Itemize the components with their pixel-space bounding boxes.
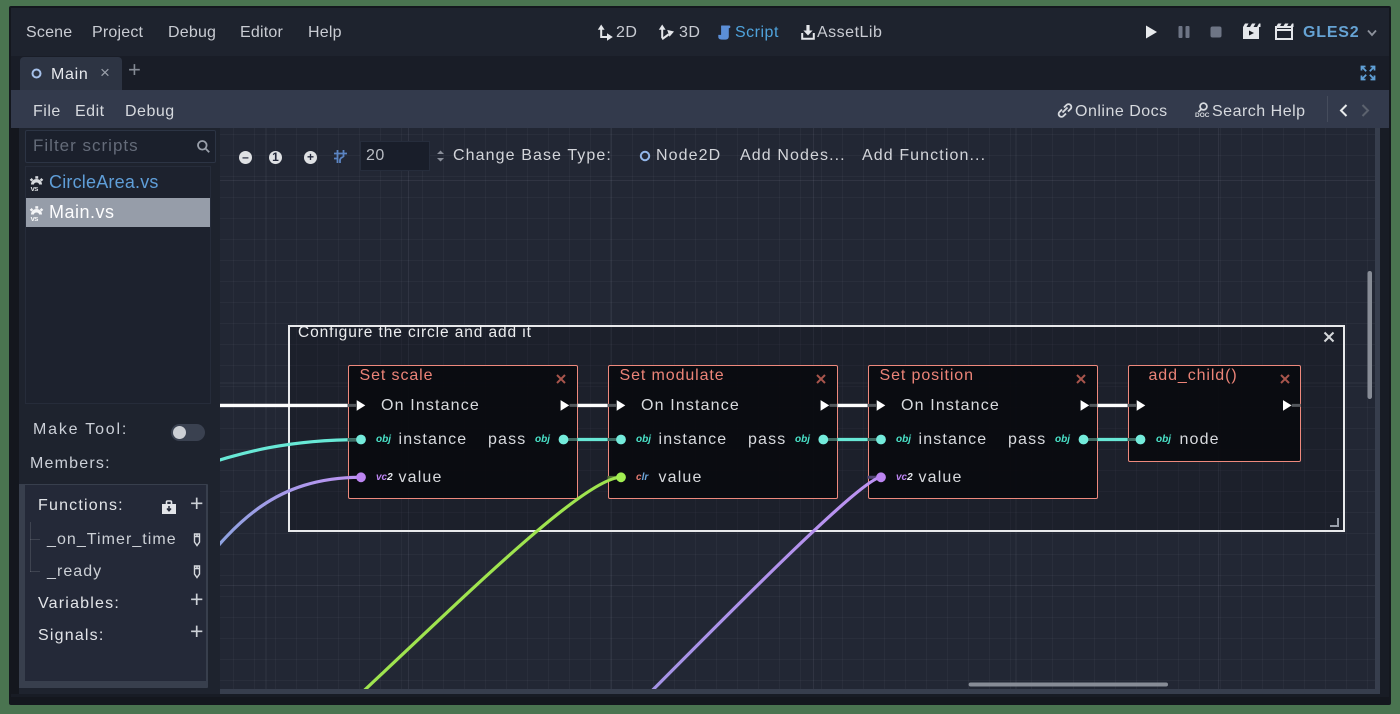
svg-text:DOC: DOC bbox=[1195, 112, 1210, 118]
svg-text:vs: vs bbox=[31, 184, 39, 191]
svg-text:vs: vs bbox=[31, 214, 39, 221]
